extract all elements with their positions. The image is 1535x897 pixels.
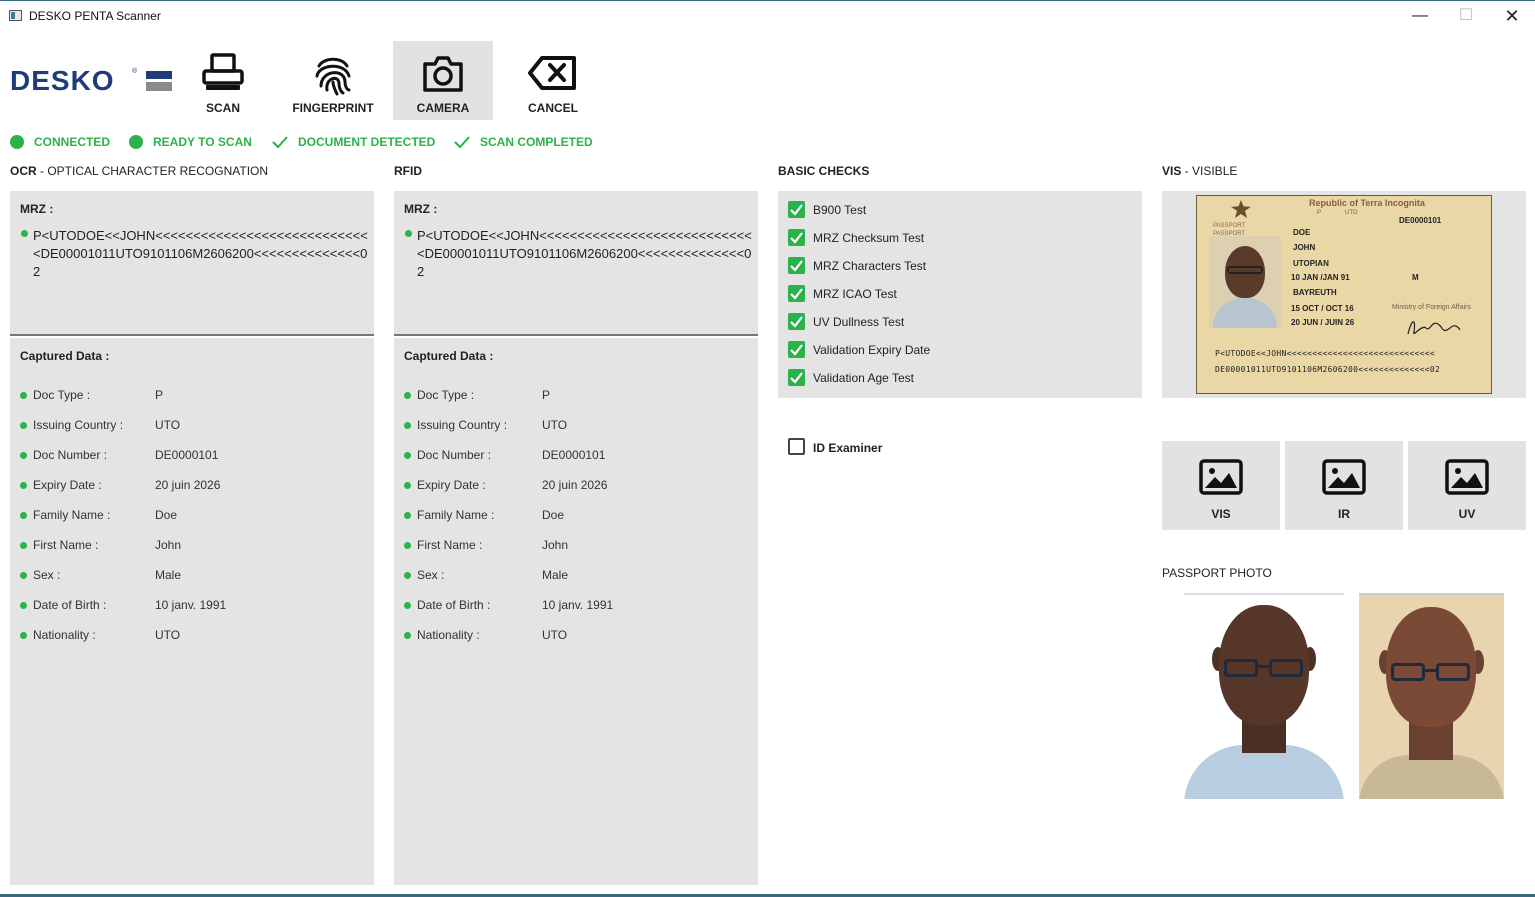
captured-data-title: Captured Data : [404, 349, 494, 363]
vis-mode-label: VIS [1211, 507, 1231, 521]
field-first-name: First Name : John [10, 538, 374, 554]
status-ready: READY TO SCAN [129, 133, 252, 151]
vis-image-panel: Republic of Terra Incognita PASSPORT PASS… [1162, 191, 1526, 398]
status-dot-icon [10, 135, 24, 149]
logo-mark [146, 71, 172, 91]
status-connected: CONNECTED [10, 133, 110, 151]
mrz-title: MRZ : [20, 202, 54, 216]
passport-photo-rfid [1184, 593, 1344, 799]
camera-icon [423, 56, 463, 92]
checkbox-checked-icon [788, 229, 805, 246]
maximize-button[interactable]: ☐ [1443, 3, 1489, 29]
cancel-label: CANCEL [528, 101, 578, 115]
uv-mode-label: UV [1458, 507, 1476, 521]
rfid-captured-panel: Captured Data : Doc Type :P Issuing Coun… [394, 338, 758, 885]
logo-text: DESKO [10, 65, 115, 96]
passport-scan-image: Republic of Terra Incognita PASSPORT PASS… [1196, 195, 1492, 394]
scan-label: SCAN [205, 101, 240, 115]
backspace-icon [528, 56, 576, 90]
rfid-header: RFID [394, 164, 422, 178]
field-sex: Sex : Male [10, 568, 374, 584]
scan-button[interactable]: SCAN [173, 41, 273, 120]
field-doc-number: Doc Number : DE0000101 [10, 448, 374, 464]
field-sex: Sex : Male [394, 568, 758, 584]
checkbox-checked-icon [788, 369, 805, 386]
ocr-captured-panel: Captured Data : Doc Type :P Issuing Coun… [10, 338, 374, 885]
check-icon [272, 136, 288, 149]
checkbox-unchecked-icon [788, 438, 805, 455]
check-icon [454, 136, 470, 149]
cancel-button[interactable]: CANCEL [503, 41, 603, 120]
field-date-of-birth: Date of Birth :10 janv. 1991 [394, 598, 758, 614]
field-expiry-date: Expiry Date :20 juin 2026 [394, 478, 758, 494]
ocr-header: OCR - OPTICAL CHARACTER RECOGNATION [10, 164, 269, 178]
status-dot-icon [21, 230, 28, 237]
uv-mode-button[interactable]: UV [1408, 441, 1526, 530]
checkbox-checked-icon [788, 285, 805, 302]
desko-logo: DESKO ® [10, 65, 172, 96]
status-document-detected: DOCUMENT DETECTED [272, 133, 435, 151]
image-icon [1322, 459, 1366, 495]
field-doc-type: Doc Type :P [10, 388, 374, 404]
printer-icon [202, 53, 244, 90]
window-title: DESKO PENTA Scanner [29, 9, 161, 23]
close-button[interactable]: ✕ [1489, 3, 1535, 29]
status-dot-icon [129, 135, 143, 149]
camera-label: CAMERA [416, 101, 470, 115]
field-issuing-country: Issuing Country : UTO [10, 418, 374, 434]
passport-portrait [1209, 236, 1281, 328]
captured-data-title: Captured Data : [20, 349, 110, 363]
logo-registered-mark: ® [132, 68, 138, 75]
field-nationality: Nationality : UTO [10, 628, 374, 644]
passport-photo-header: PASSPORT PHOTO [1162, 566, 1272, 580]
passport-photo-visible [1359, 593, 1504, 799]
id-examiner-label: ID Examiner [813, 441, 883, 455]
image-icon [1199, 459, 1243, 495]
checkbox-checked-icon [788, 313, 805, 330]
basic-checks-header: BASIC CHECKS [778, 164, 870, 178]
ir-mode-button[interactable]: IR [1285, 441, 1403, 530]
ir-mode-label: IR [1338, 507, 1350, 521]
basic-checks-panel: B900 Test MRZ Checksum Test MRZ Characte… [778, 191, 1142, 398]
fingerprint-label: FINGERPRINT [292, 101, 374, 115]
mrz-title: MRZ : [404, 202, 438, 216]
field-expiry-date: Expiry Date :20 juin 2026 [10, 478, 374, 494]
status-scan-completed: SCAN COMPLETED [454, 133, 593, 151]
vis-header: VIS - VISIBLE [1162, 164, 1238, 178]
ocr-mrz-panel: MRZ : P<UTODOE<<JOHN<<<<<<<<<<<<<<<<<<<<… [10, 191, 374, 336]
rfid-mrz-panel: MRZ : P<UTODOE<<JOHN<<<<<<<<<<<<<<<<<<<<… [394, 191, 758, 336]
field-nationality: Nationality : UTO [394, 628, 758, 644]
passport-emblem-icon [1231, 200, 1251, 218]
checkbox-checked-icon [788, 341, 805, 358]
field-doc-number: Doc Number : DE0000101 [394, 448, 758, 464]
image-icon [1445, 459, 1489, 495]
minimize-button[interactable]: — [1397, 3, 1443, 29]
camera-button[interactable]: CAMERA [393, 41, 493, 120]
app-icon [9, 10, 22, 21]
field-doc-type: Doc Type :P [394, 388, 758, 404]
field-family-name: Family Name : Doe [10, 508, 374, 524]
fingerprint-icon [315, 57, 351, 96]
field-issuing-country: Issuing Country : UTO [394, 418, 758, 434]
mrz-text: P<UTODOE<<JOHN<<<<<<<<<<<<<<<<<<<<<<<<<<… [33, 228, 368, 279]
field-date-of-birth: Date of Birth :10 janv. 1991 [10, 598, 374, 614]
title-bar: DESKO PENTA Scanner — ☐ ✕ [0, 0, 1535, 30]
mrz-text: P<UTODOE<<JOHN<<<<<<<<<<<<<<<<<<<<<<<<<<… [417, 228, 752, 279]
field-family-name: Family Name : Doe [394, 508, 758, 524]
signature-image [1407, 321, 1461, 335]
status-dot-icon [405, 230, 412, 237]
vis-mode-button[interactable]: VIS [1162, 441, 1280, 530]
checkbox-checked-icon [788, 201, 805, 218]
fingerprint-button[interactable]: FINGERPRINT [283, 41, 383, 120]
field-first-name: First Name : John [394, 538, 758, 554]
checkbox-checked-icon [788, 257, 805, 274]
